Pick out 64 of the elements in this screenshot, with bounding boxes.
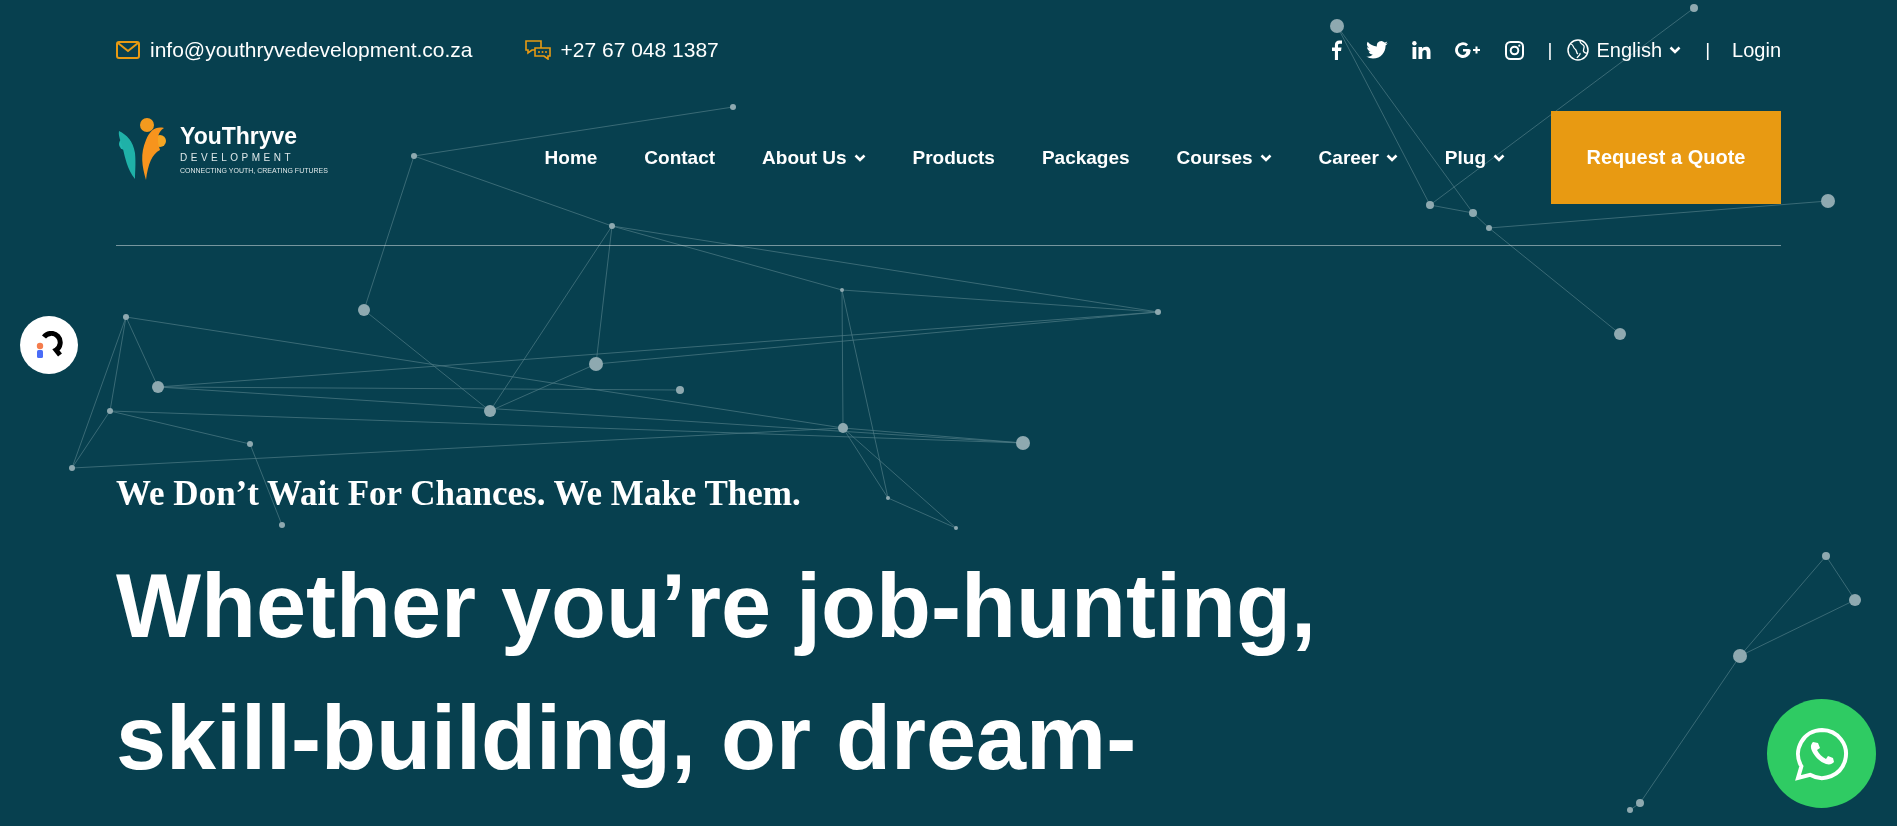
network-node <box>358 304 370 316</box>
network-node <box>1849 594 1861 606</box>
network-node <box>838 423 848 433</box>
google-plus-icon[interactable] <box>1454 42 1481 58</box>
nav-link[interactable]: Packages <box>1041 146 1130 169</box>
caret-icon <box>1669 46 1682 54</box>
network-node <box>840 288 844 292</box>
caret-icon <box>1259 153 1272 162</box>
logo-name: YouThryve <box>180 125 298 148</box>
caret-icon <box>853 153 866 162</box>
accessibility-button[interactable] <box>20 316 78 374</box>
hero-tagline: We Don’t Wait For Chances. We Make Them. <box>116 474 801 514</box>
network-node <box>1330 19 1344 33</box>
separator-text: | <box>1547 39 1553 61</box>
mail-icon <box>116 41 140 59</box>
network-node <box>954 526 958 530</box>
network-node <box>609 223 615 229</box>
nav-link[interactable]: Products <box>912 146 995 169</box>
network-node <box>411 153 417 159</box>
network-node <box>1627 807 1633 813</box>
nav-link[interactable]: Contact <box>644 146 716 169</box>
network-node <box>1733 649 1747 663</box>
caret-icon <box>1493 153 1505 162</box>
network-node <box>886 496 890 500</box>
network-node <box>69 465 75 471</box>
nav-link[interactable]: Courses <box>1176 146 1272 169</box>
network-node <box>1155 309 1161 315</box>
network-node <box>1690 4 1698 12</box>
separator-text: | <box>1705 39 1711 61</box>
nav-link[interactable]: Plug <box>1444 146 1505 169</box>
nav-link[interactable]: About Us <box>762 146 866 169</box>
whatsapp-icon <box>1793 725 1850 782</box>
network-node <box>152 381 164 393</box>
hero-headline: Whether you’re job-hunting, skill-building, or dream- <box>116 555 1316 790</box>
language-dropdown[interactable]: English <box>1596 38 1682 62</box>
logo-subtitle: DEVELOPMENT <box>180 152 295 163</box>
phone-number[interactable]: +27 67 048 1387 <box>560 38 719 62</box>
nav-link[interactable]: Career <box>1318 146 1398 169</box>
network-node <box>1469 209 1477 217</box>
email-link[interactable]: info@youthryvedevelopment.co.za <box>150 38 473 62</box>
linkedin-icon[interactable] <box>1411 41 1431 59</box>
network-node <box>730 104 736 110</box>
network-node <box>676 386 684 394</box>
network-node <box>247 441 253 447</box>
login-link[interactable]: Login <box>1732 38 1781 62</box>
network-node <box>1636 799 1644 807</box>
caret-icon <box>1385 153 1398 162</box>
network-node <box>279 522 285 528</box>
network-node <box>1016 436 1030 450</box>
network-node <box>1486 225 1492 231</box>
chat-icon <box>524 40 551 60</box>
network-node <box>1426 201 1434 209</box>
network-node <box>1821 194 1835 208</box>
network-node <box>589 357 603 371</box>
instagram-icon[interactable] <box>1504 40 1524 60</box>
network-node <box>123 314 129 320</box>
network-node <box>484 405 496 417</box>
nav-link[interactable]: Home <box>544 146 598 169</box>
network-node <box>1822 552 1830 560</box>
twitter-icon[interactable] <box>1365 41 1388 59</box>
facebook-icon[interactable] <box>1330 40 1342 60</box>
network-node <box>107 408 113 414</box>
network-node <box>1614 328 1626 340</box>
globe-icon <box>1566 39 1589 61</box>
